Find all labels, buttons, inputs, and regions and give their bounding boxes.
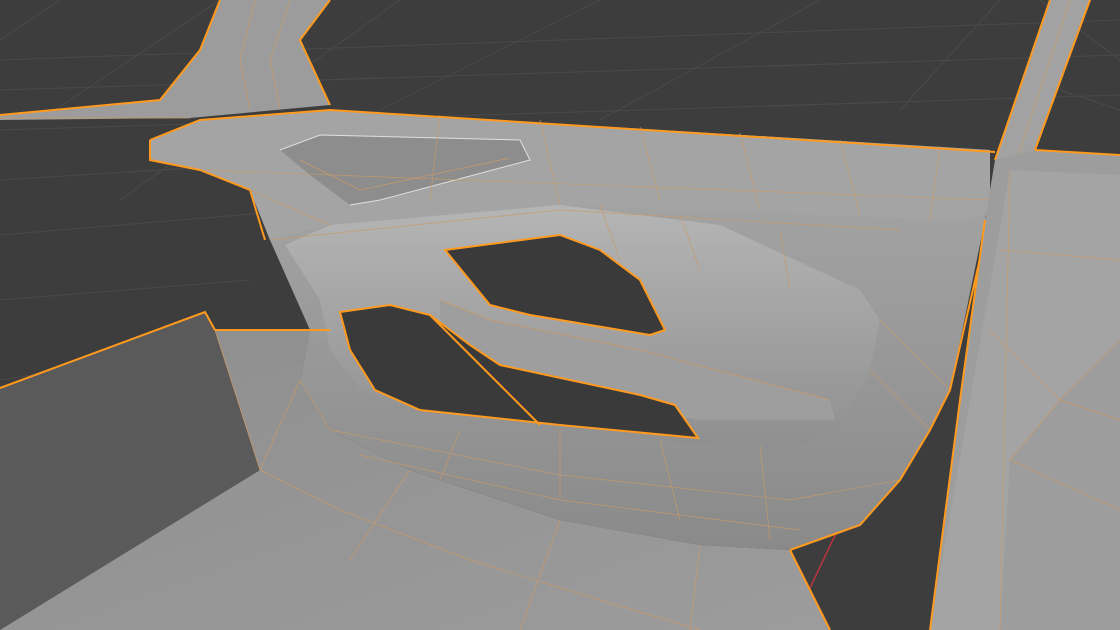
b-pillar[interactable] [994,0,1091,170]
a-pillar[interactable] [0,0,331,120]
3d-viewport[interactable] [0,0,1120,630]
